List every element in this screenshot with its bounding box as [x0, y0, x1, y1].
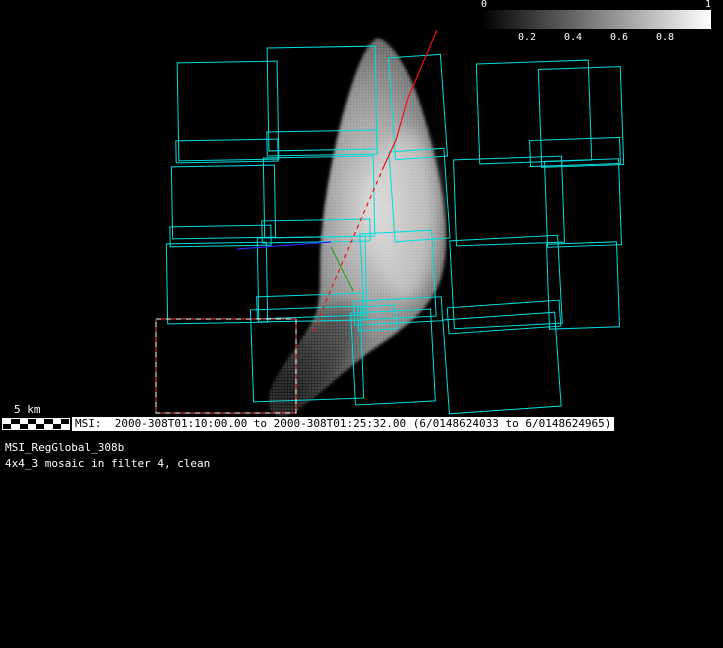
colorbar-tick-label: 0.4 — [564, 32, 582, 43]
asteroid-render — [264, 38, 446, 419]
scale-bar — [2, 418, 70, 430]
footprint-rect — [171, 165, 275, 239]
msi-planning-window: 0 1 0.2 0.4 0.6 0.8 5 km MSI: 2000-308T0… — [0, 0, 723, 648]
footprint-rect — [476, 60, 591, 164]
sequence-name-label: MSI_RegGlobal_308b — [5, 441, 124, 454]
colorbar-tick-label: 0.6 — [610, 32, 628, 43]
colorbar-ticks: 0.2 0.4 0.6 0.8 — [481, 32, 711, 44]
footprint-rect — [166, 242, 267, 324]
footprint-rect — [538, 67, 623, 168]
footprint-rect — [447, 300, 561, 334]
scale-bar-segment — [11, 424, 19, 429]
colorbar-min-label: 0 — [481, 0, 487, 10]
scale-bar-segment — [44, 424, 52, 429]
scale-bar-label: 5 km — [14, 403, 41, 416]
colorbar-max-label: 1 — [705, 0, 711, 10]
colorbar-tick-label: 0.2 — [518, 32, 536, 43]
footprint-rect — [547, 242, 620, 329]
footprint-rect — [545, 159, 622, 248]
scale-bar-segment — [3, 424, 11, 429]
scale-bar-segment — [28, 424, 36, 429]
scale-bar-segment — [36, 424, 44, 429]
mosaic-description-label: 4x4_3 mosaic in filter 4, clean — [5, 457, 210, 470]
colorbar-gradient — [481, 10, 711, 29]
footprint-rect — [454, 156, 565, 246]
scale-bar-segment — [20, 424, 28, 429]
colorbar: 0 1 0.2 0.4 0.6 0.8 — [481, 1, 711, 47]
viz-canvas[interactable] — [0, 0, 723, 470]
scale-bar-segment — [53, 424, 61, 429]
colorbar-tick-label: 0.8 — [656, 32, 674, 43]
footprint-rect — [450, 235, 562, 329]
scale-bar-segment — [61, 424, 69, 429]
footprint-rect — [177, 61, 279, 161]
status-msi-line[interactable]: MSI: 2000-308T01:10:00.00 to 2000-308T01… — [72, 417, 614, 431]
